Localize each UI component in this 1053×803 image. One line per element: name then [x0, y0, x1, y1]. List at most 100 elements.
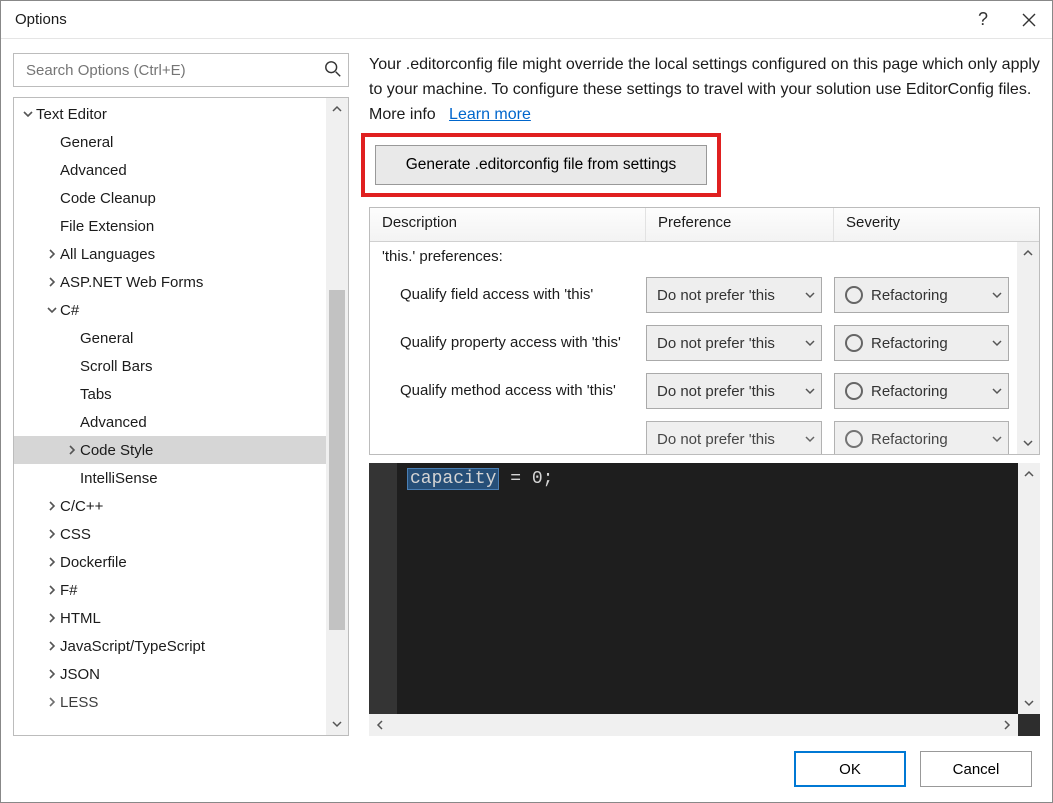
chevron-down-icon	[805, 287, 815, 304]
scroll-down-icon[interactable]	[1017, 432, 1039, 454]
tree-item-csharp[interactable]: C#	[14, 296, 326, 324]
severity-dropdown[interactable]: Refactoring	[834, 325, 1009, 361]
tree-label: HTML	[60, 610, 101, 627]
dropdown-value: Do not prefer 'this	[657, 335, 775, 352]
tree-label: Advanced	[80, 414, 147, 431]
tree-item-csharp-scroll-bars[interactable]: Scroll Bars	[14, 352, 326, 380]
code-preview: capacity = 0;	[369, 463, 1040, 736]
tree-item-advanced[interactable]: Advanced	[14, 156, 326, 184]
tree-item-csharp-general[interactable]: General	[14, 324, 326, 352]
tree-item-csharp-code-style[interactable]: Code Style	[14, 436, 326, 464]
scroll-track[interactable]	[391, 714, 996, 736]
chevron-down-icon	[992, 287, 1002, 304]
tree-item-js-ts[interactable]: JavaScript/TypeScript	[14, 632, 326, 660]
left-panel: Text Editor General Advanced Code Cleanu…	[13, 53, 349, 736]
pref-dropdown[interactable]: Do not prefer 'this	[646, 325, 822, 361]
chevron-right-icon	[44, 249, 60, 259]
tree-label: JSON	[60, 666, 100, 683]
pref-row-method: Qualify method access with 'this' Do not…	[370, 367, 1039, 415]
chevron-down-icon	[20, 109, 36, 119]
tree-label: CSS	[60, 526, 91, 543]
tree-label: F#	[60, 582, 78, 599]
tree-item-text-editor[interactable]: Text Editor	[14, 100, 326, 128]
right-panel: Your .editorconfig file might override t…	[369, 53, 1040, 736]
code-vertical-scrollbar[interactable]	[1018, 463, 1040, 714]
tree-item-csharp-advanced[interactable]: Advanced	[14, 408, 326, 436]
scroll-thumb[interactable]	[329, 290, 345, 630]
close-button[interactable]	[1006, 1, 1052, 39]
tree-label: File Extension	[60, 218, 154, 235]
chevron-down-icon	[805, 383, 815, 400]
chevron-right-icon	[44, 585, 60, 595]
titlebar: Options ?	[1, 1, 1052, 39]
pref-dropdown[interactable]: Do not prefer 'this	[646, 277, 822, 313]
tree-label: Code Cleanup	[60, 190, 156, 207]
scroll-right-icon[interactable]	[996, 714, 1018, 736]
severity-dropdown[interactable]: Refactoring	[834, 421, 1009, 454]
chevron-right-icon	[44, 529, 60, 539]
tree-item-csharp-tabs[interactable]: Tabs	[14, 380, 326, 408]
pref-desc: Qualify method access with 'this'	[370, 377, 646, 405]
settings-scrollbar[interactable]	[1017, 242, 1039, 454]
scroll-corner	[1018, 714, 1040, 736]
tree-item-file-extension[interactable]: File Extension	[14, 212, 326, 240]
chevron-down-icon	[992, 431, 1002, 448]
scroll-up-icon[interactable]	[326, 98, 348, 120]
scroll-track[interactable]	[1018, 485, 1040, 692]
window-title: Options	[15, 11, 960, 28]
col-severity[interactable]: Severity	[834, 208, 1039, 241]
col-preference[interactable]: Preference	[646, 208, 834, 241]
scroll-up-icon[interactable]	[1018, 463, 1040, 485]
chevron-right-icon	[44, 277, 60, 287]
code-selection: capacity	[407, 468, 499, 490]
close-icon	[1022, 13, 1036, 27]
pref-row-field: Qualify field access with 'this' Do not …	[370, 271, 1039, 319]
chevron-right-icon	[44, 501, 60, 511]
help-button[interactable]: ?	[960, 1, 1006, 39]
scroll-down-icon[interactable]	[326, 713, 348, 735]
tree-item-less[interactable]: LESS	[14, 688, 326, 716]
ok-button[interactable]: OK	[794, 751, 906, 787]
tree-item-html[interactable]: HTML	[14, 604, 326, 632]
tree-label: Advanced	[60, 162, 127, 179]
generate-editorconfig-button[interactable]: Generate .editorconfig file from setting…	[375, 145, 707, 185]
highlight-box: Generate .editorconfig file from setting…	[361, 133, 721, 197]
tree-item-general[interactable]: General	[14, 128, 326, 156]
group-this-preferences: 'this.' preferences:	[370, 242, 1039, 271]
scroll-down-icon[interactable]	[1018, 692, 1040, 714]
code-horizontal-scrollbar[interactable]	[369, 714, 1018, 736]
search-input[interactable]	[24, 61, 324, 80]
pref-desc: Qualify field access with 'this'	[370, 273, 646, 317]
learn-more-link[interactable]: Learn more	[449, 106, 531, 123]
scroll-left-icon[interactable]	[369, 714, 391, 736]
search-input-wrap[interactable]	[13, 53, 349, 87]
code-rest: = 0;	[499, 469, 553, 489]
tree-item-fsharp[interactable]: F#	[14, 576, 326, 604]
scroll-track[interactable]	[1017, 264, 1039, 432]
tree-item-asp-net[interactable]: ASP.NET Web Forms	[14, 268, 326, 296]
severity-dropdown[interactable]: Refactoring	[834, 277, 1009, 313]
code-style-table: Description Preference Severity 'this.' …	[369, 207, 1040, 455]
col-description[interactable]: Description	[370, 208, 646, 241]
tree-item-csharp-intellisense[interactable]: IntelliSense	[14, 464, 326, 492]
tree-label: Dockerfile	[60, 554, 127, 571]
dialog-footer: OK Cancel	[1, 736, 1052, 802]
scroll-track[interactable]	[326, 120, 348, 713]
tree-item-dockerfile[interactable]: Dockerfile	[14, 548, 326, 576]
tree-item-json[interactable]: JSON	[14, 660, 326, 688]
tree-item-ccpp[interactable]: C/C++	[14, 492, 326, 520]
pref-desc: Qualify property access with 'this'	[370, 329, 646, 357]
severity-icon	[845, 334, 863, 352]
pref-dropdown[interactable]: Do not prefer 'this	[646, 421, 822, 454]
tree-item-css[interactable]: CSS	[14, 520, 326, 548]
tree-scrollbar[interactable]	[326, 98, 348, 735]
pref-dropdown[interactable]: Do not prefer 'this	[646, 373, 822, 409]
scroll-up-icon[interactable]	[1017, 242, 1039, 264]
tree-label: Scroll Bars	[80, 358, 153, 375]
tree-item-all-languages[interactable]: All Languages	[14, 240, 326, 268]
severity-dropdown[interactable]: Refactoring	[834, 373, 1009, 409]
cancel-button[interactable]: Cancel	[920, 751, 1032, 787]
tree-label: C/C++	[60, 498, 103, 515]
chevron-right-icon	[44, 557, 60, 567]
tree-item-code-cleanup[interactable]: Code Cleanup	[14, 184, 326, 212]
